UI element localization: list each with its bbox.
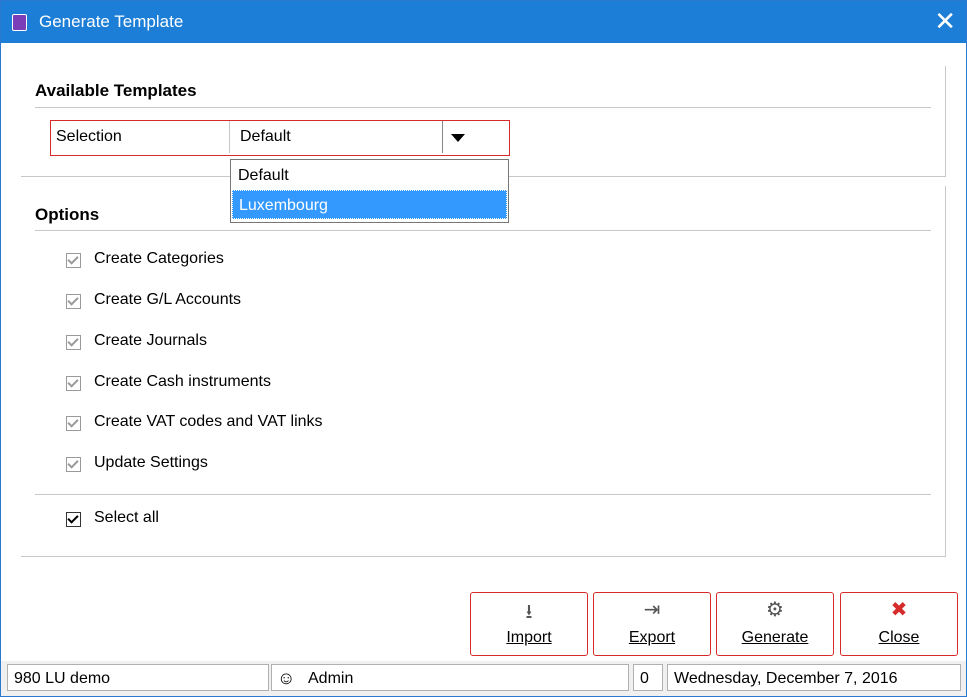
option-label: Update Settings bbox=[94, 454, 208, 471]
options-heading: Options bbox=[35, 205, 100, 224]
divider bbox=[35, 107, 931, 108]
close-icon: ✖ bbox=[890, 599, 908, 621]
checkbox[interactable] bbox=[66, 376, 81, 391]
divider bbox=[35, 230, 931, 231]
checkbox[interactable] bbox=[66, 253, 81, 268]
available-templates-heading: Available Templates bbox=[35, 81, 197, 100]
import-button[interactable]: ⭳ Import bbox=[470, 592, 588, 656]
checkbox[interactable] bbox=[66, 335, 81, 350]
download-icon: ⭳ bbox=[525, 601, 533, 623]
close-button-label: Close bbox=[878, 629, 920, 646]
generate-button-label: Generate bbox=[741, 629, 809, 646]
template-select[interactable]: Default bbox=[229, 121, 473, 153]
app-icon bbox=[12, 14, 27, 31]
status-user: ☺ Admin bbox=[271, 664, 629, 691]
title-bar: Generate Template ✕ bbox=[1, 1, 966, 43]
status-company: 980 LU demo bbox=[7, 664, 269, 691]
template-select-value: Default bbox=[240, 128, 291, 145]
generate-button[interactable]: ⚙ Generate bbox=[716, 592, 834, 656]
option-label: Create G/L Accounts bbox=[94, 291, 242, 308]
option-label: Create VAT codes and VAT links bbox=[94, 413, 323, 430]
checkbox[interactable] bbox=[66, 294, 81, 309]
selection-label: Selection bbox=[56, 128, 122, 145]
select-all-checkbox[interactable] bbox=[66, 512, 81, 527]
dropdown-option-luxembourg[interactable]: Luxembourg bbox=[232, 190, 507, 219]
status-user-name: Admin bbox=[308, 670, 354, 687]
option-label: Create Journals bbox=[94, 332, 207, 349]
user-icon: ☺ bbox=[277, 668, 296, 688]
gear-icon: ⚙ bbox=[766, 599, 784, 621]
status-count: 0 bbox=[633, 664, 663, 691]
option-label: Create Cash instruments bbox=[94, 373, 271, 390]
select-all-label: Select all bbox=[94, 509, 159, 526]
template-dropdown-list: Default Luxembourg bbox=[230, 159, 509, 223]
checkbox[interactable] bbox=[66, 416, 81, 431]
export-button-label: Export bbox=[628, 629, 676, 646]
dropdown-arrow-icon[interactable] bbox=[442, 121, 473, 153]
export-icon: ⇥ bbox=[643, 599, 661, 621]
import-button-label: Import bbox=[506, 629, 552, 646]
export-button[interactable]: ⇥ Export bbox=[593, 592, 711, 656]
status-date: Wednesday, December 7, 2016 bbox=[667, 664, 961, 691]
status-bar: 980 LU demo ☺ Admin 0 Wednesday, Decembe… bbox=[1, 661, 966, 696]
selection-field: Selection Default bbox=[50, 120, 510, 156]
checkbox[interactable] bbox=[66, 457, 81, 472]
close-button[interactable]: ✖ Close bbox=[840, 592, 958, 656]
close-icon[interactable]: ✕ bbox=[934, 7, 956, 35]
window-title: Generate Template bbox=[39, 12, 184, 31]
option-label: Create Categories bbox=[94, 250, 224, 267]
dropdown-option-default[interactable]: Default bbox=[232, 161, 507, 190]
generate-template-dialog: Generate Template ✕ Available Templates … bbox=[0, 0, 967, 697]
options-panel: Options Create Categories Create G/L Acc… bbox=[21, 186, 946, 557]
divider bbox=[35, 494, 931, 495]
